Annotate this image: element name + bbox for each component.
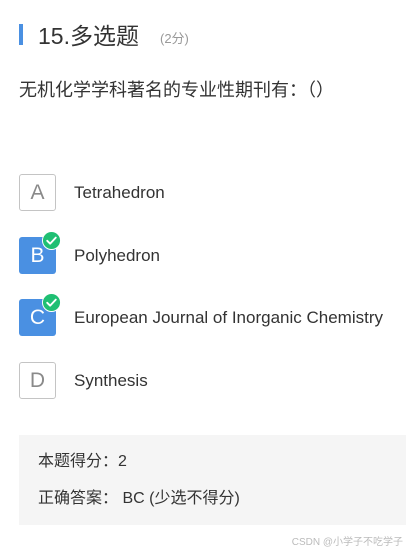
option-a[interactable]: A Tetrahedron [19,174,399,211]
option-c[interactable]: C European Journal of Inorganic Chemistr… [19,293,399,336]
question-stem: 无机化学学科著名的专业性期刊有：（） [19,80,334,100]
option-letter-a[interactable]: A [19,174,56,211]
option-letter-d[interactable]: D [19,362,56,399]
option-text-d: Synthesis [74,371,148,390]
answer-line: 正确答案： BC (少选不得分) [38,490,240,507]
option-text-c: European Journal of Inorganic Chemistry [74,308,383,327]
watermark: CSDN @小学子不吃学子 [291,537,403,548]
option-text-a: Tetrahedron [74,183,165,202]
option-text-b: Polyhedron [74,246,161,265]
question-header: 15.多选题 (2分) [0,20,406,52]
check-circle-icon [42,231,61,250]
result-panel: 本题得分：2 正确答案： BC (少选不得分) [19,435,406,525]
question-title: 15.多选题 [38,23,139,49]
option-d[interactable]: D Synthesis [19,362,399,399]
score-line: 本题得分：2 [38,453,127,470]
option-b[interactable]: B Polyhedron [19,231,399,274]
accent-bar [19,24,23,45]
check-circle-icon [42,293,61,312]
question-score: (2分) [160,31,189,46]
